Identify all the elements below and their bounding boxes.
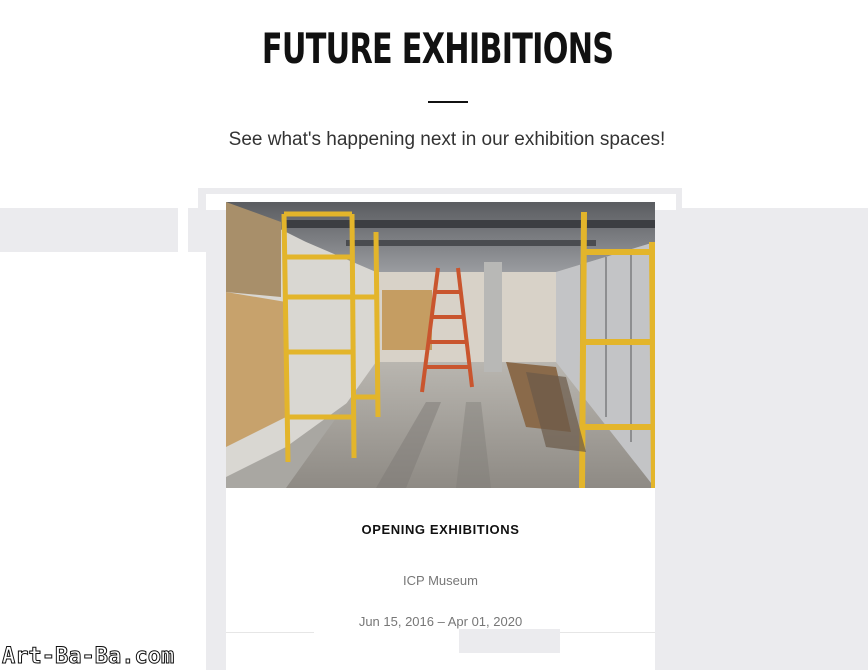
card-footer-left — [314, 632, 460, 662]
section-subtitle: See what's happening next in our exhibit… — [228, 129, 666, 150]
watermark: Art-Ba-Ba.com — [1, 644, 175, 669]
exhibition-image[interactable] — [226, 202, 655, 488]
section-title: FUTURE EXHIBITIONS — [261, 24, 614, 73]
band-notch — [178, 208, 188, 252]
exhibition-card[interactable]: OPENING EXHIBITIONS ICP Museum Jun 15, 2… — [226, 202, 655, 670]
exhibition-title[interactable]: OPENING EXHIBITIONS — [226, 522, 655, 537]
card-footer-right — [459, 629, 560, 653]
title-divider — [428, 101, 468, 103]
exhibition-dates: Jun 15, 2016 – Apr 01, 2020 — [358, 614, 523, 629]
page: FUTURE EXHIBITIONS See what's happening … — [0, 0, 868, 670]
exhibition-venue: ICP Museum — [403, 573, 478, 588]
band-gap — [0, 252, 206, 670]
